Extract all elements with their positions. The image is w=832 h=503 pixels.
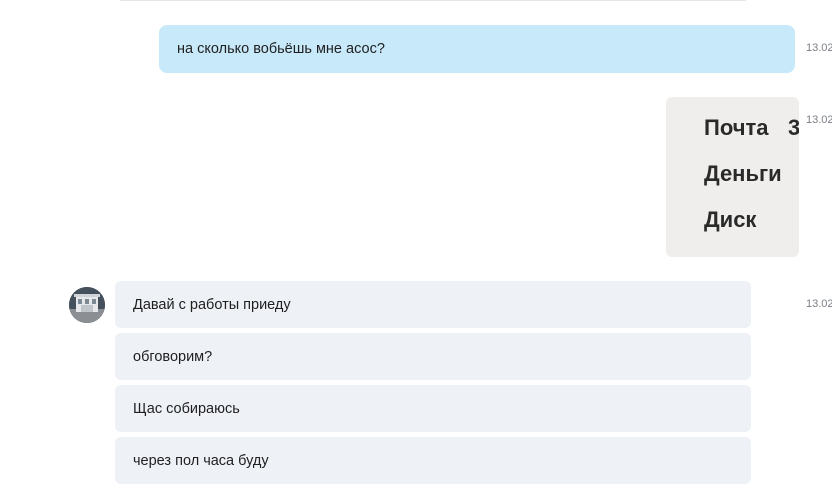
message-text: обговорим? [133,348,213,365]
outgoing-message[interactable]: на сколько вобьёшь мне асос? [159,25,795,73]
message-text: на сколько вобьёшь мне асос? [177,41,385,57]
message-timestamp: 13.02 [806,298,832,310]
message-text: Щас собираюсь [133,400,240,417]
image-text-line: Диск [704,207,757,232]
message-text: Давай с работы приеду [133,296,291,313]
message-text: через пол часа буду [133,452,269,469]
incoming-message[interactable]: обговорим? [115,333,751,380]
read-receipt-icon [684,496,784,503]
incoming-message[interactable]: Щас собираюсь [115,385,751,432]
chat-history: на сколько вобьёшь мне асос? 13.02 Почта… [0,0,832,503]
image-text-line: Почта [704,115,769,140]
contact-avatar[interactable] [69,287,105,323]
message-timestamp: 13.02 [806,42,832,54]
outgoing-image-message[interactable]: Почта 3 Деньги Диск [666,97,799,257]
top-divider [120,0,746,1]
incoming-message[interactable]: через пол часа буду [115,437,751,484]
image-text-digit: 3 [788,115,799,140]
image-text-line: Деньги [704,161,782,186]
message-timestamp: 13.02 [806,114,832,126]
incoming-message[interactable]: Давай с работы приеду [115,281,751,328]
avatar-image [69,287,105,323]
